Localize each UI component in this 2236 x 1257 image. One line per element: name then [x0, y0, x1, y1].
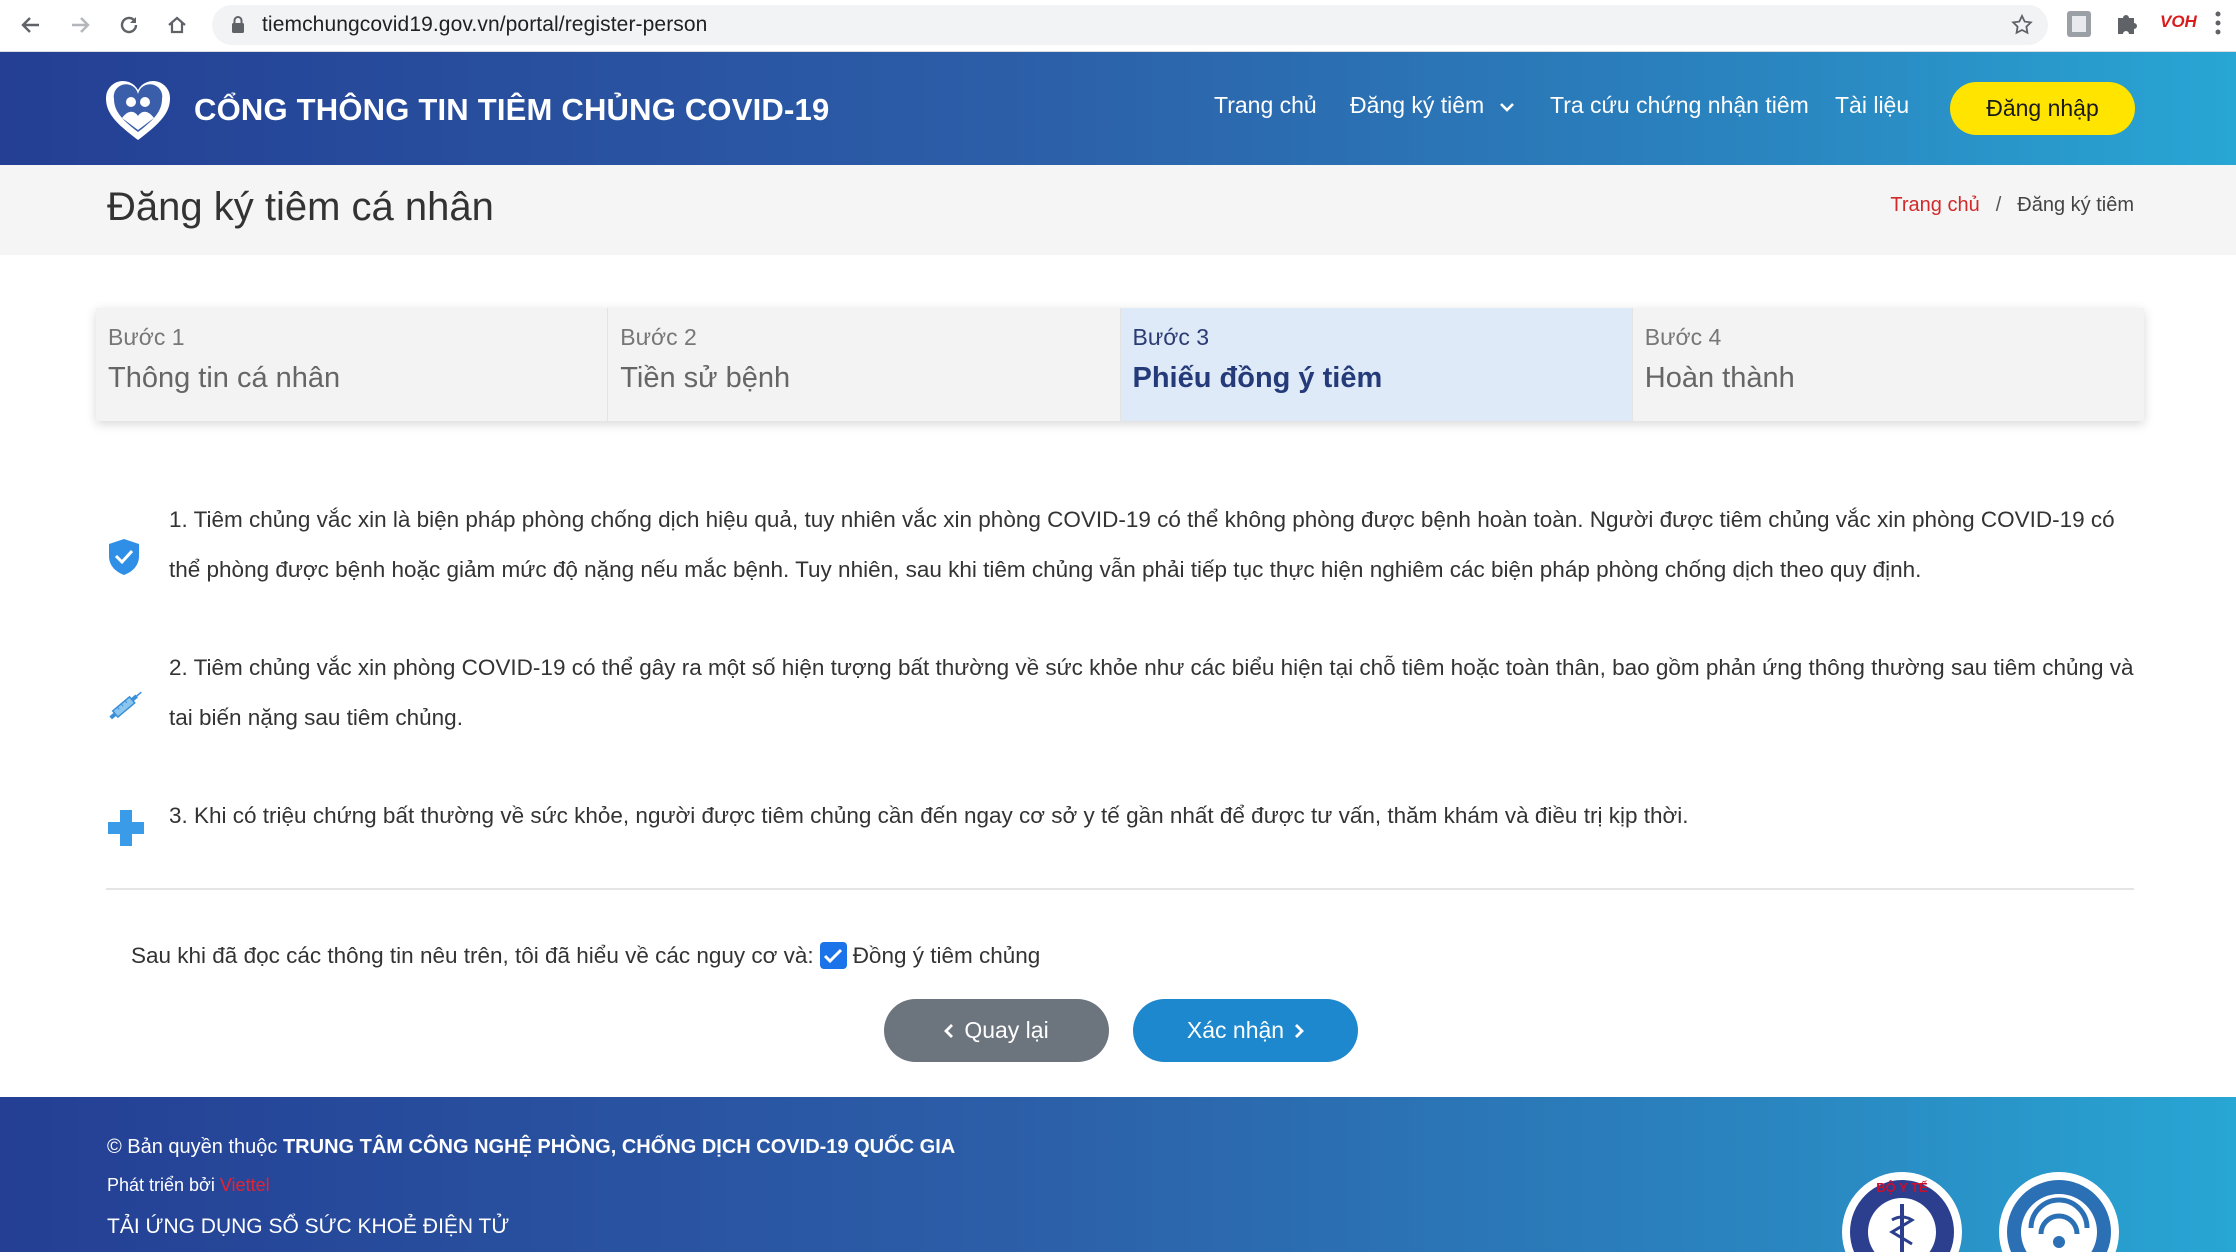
nav-register[interactable]: Đăng ký tiêm	[1350, 92, 1515, 119]
notice-text: 3. Khi có triệu chứng bất thường về sức …	[169, 803, 1689, 828]
nav-register-label: Đăng ký tiêm	[1350, 92, 1485, 118]
back-button[interactable]: Quay lại	[884, 999, 1109, 1062]
page-title: Đăng ký tiêm cá nhân	[107, 185, 494, 229]
step-name: Tiền sử bệnh	[620, 362, 791, 394]
developer-prefix: Phát triển bởi	[107, 1175, 220, 1195]
home-icon[interactable]	[160, 8, 194, 42]
chevron-right-icon	[1295, 1023, 1305, 1038]
step-number: Bước 4	[1644, 324, 1722, 350]
step-name: Hoàn thành	[1644, 362, 1795, 394]
ministry-of-information-seal-icon	[1997, 1170, 2121, 1257]
step-4: Bước 4 Hoàn thành	[1633, 308, 2144, 421]
step-3-active: Bước 3 Phiếu đồng ý tiêm	[1120, 308, 1633, 421]
copyright-text: © Bản quyền thuộc TRUNG TÂM CÔNG NGHỆ PH…	[107, 1136, 955, 1159]
breadcrumb-home[interactable]: Trang chủ	[1890, 194, 1979, 217]
copyright-org: TRUNG TÂM CÔNG NGHỆ PHÒNG, CHỐNG DỊCH CO…	[282, 1136, 956, 1158]
developer-credit: Phát triển bởi Viettel	[107, 1175, 270, 1196]
step-name: Phiếu đồng ý tiêm	[1132, 362, 1383, 394]
main-nav: Trang chủ Đăng ký tiêm Tra cứu chứng nhậ…	[0, 92, 2236, 132]
breadcrumb-current: Đăng ký tiêm	[2017, 194, 2134, 216]
notice-text: 2. Tiêm chủng vắc xin phòng COVID-19 có …	[169, 655, 2134, 730]
chevron-down-icon	[1499, 103, 1514, 112]
nav-certificate-lookup[interactable]: Tra cứu chứng nhận tiêm	[1550, 92, 1809, 119]
nav-documents[interactable]: Tài liệu	[1835, 92, 1909, 119]
voh-extension-icon[interactable]: VOH	[2160, 12, 2197, 32]
browser-toolbar: tiemchungcovid19.gov.vn/portal/register-…	[0, 0, 2236, 52]
chevron-left-icon	[944, 1023, 954, 1038]
breadcrumb: Trang chủ / Đăng ký tiêm	[1890, 194, 2134, 217]
confirm-button[interactable]: Xác nhận	[1133, 999, 1358, 1062]
site-header: CỔNG THÔNG TIN TIÊM CHỦNG COVID-19 Trang…	[0, 52, 2236, 165]
lock-icon	[230, 15, 246, 40]
registration-stepper: Bước 1 Thông tin cá nhân Bước 2 Tiền sử …	[96, 308, 2144, 421]
profile-extension-icon[interactable]	[2066, 10, 2092, 43]
consent-checkbox[interactable]	[819, 942, 847, 969]
consent-row: Sau khi đã đọc các thông tin nêu trên, t…	[131, 942, 1040, 969]
ministry-of-health-seal-icon: BỘ Y TẾ	[1840, 1170, 1964, 1257]
step-number: Bước 3	[1132, 324, 1210, 350]
checkmark-icon	[824, 948, 843, 963]
puzzle-extension-icon[interactable]	[2114, 10, 2140, 41]
shield-check-icon	[106, 537, 142, 582]
notice-text: 1. Tiêm chủng vắc xin là biện pháp phòng…	[169, 507, 2115, 582]
seal-text: BỘ Y TẾ	[1876, 1180, 1928, 1195]
browser-menu-icon[interactable]	[2214, 10, 2222, 41]
app-download-link[interactable]: TẢI ỨNG DỤNG SỔ SỨC KHOẺ ĐIỆN TỬ	[107, 1215, 509, 1239]
forward-arrow-icon[interactable]	[63, 8, 97, 42]
page-heading-bar: Đăng ký tiêm cá nhân Trang chủ / Đăng ký…	[0, 165, 2236, 255]
back-button-label: Quay lại	[964, 1017, 1049, 1043]
login-button[interactable]: Đăng nhập	[1950, 82, 2135, 135]
step-2: Bước 2 Tiền sử bệnh	[608, 308, 1121, 421]
url-text: tiemchungcovid19.gov.vn/portal/register-…	[262, 13, 708, 36]
reload-icon[interactable]	[112, 8, 146, 42]
syringe-icon	[106, 685, 146, 730]
copyright-prefix: © Bản quyền thuộc	[107, 1136, 283, 1158]
consent-prefix: Sau khi đã đọc các thông tin nêu trên, t…	[131, 942, 814, 968]
developer-name[interactable]: Viettel	[220, 1175, 270, 1195]
step-name: Thông tin cá nhân	[108, 362, 341, 394]
breadcrumb-separator: /	[1995, 194, 2002, 216]
step-number: Bước 1	[108, 324, 185, 350]
consent-checkbox-label[interactable]: Đồng ý tiêm chủng	[853, 943, 1041, 969]
bookmark-star-icon[interactable]	[2010, 13, 2034, 42]
step-1: Bước 1 Thông tin cá nhân	[96, 308, 609, 421]
address-bar[interactable]: tiemchungcovid19.gov.vn/portal/register-…	[212, 5, 2048, 45]
nav-home[interactable]: Trang chủ	[1214, 92, 1317, 119]
back-arrow-icon[interactable]	[14, 8, 48, 42]
confirm-button-label: Xác nhận	[1186, 1017, 1285, 1043]
section-divider	[106, 888, 2134, 890]
medical-cross-icon	[106, 808, 146, 853]
step-number: Bước 2	[620, 324, 697, 350]
